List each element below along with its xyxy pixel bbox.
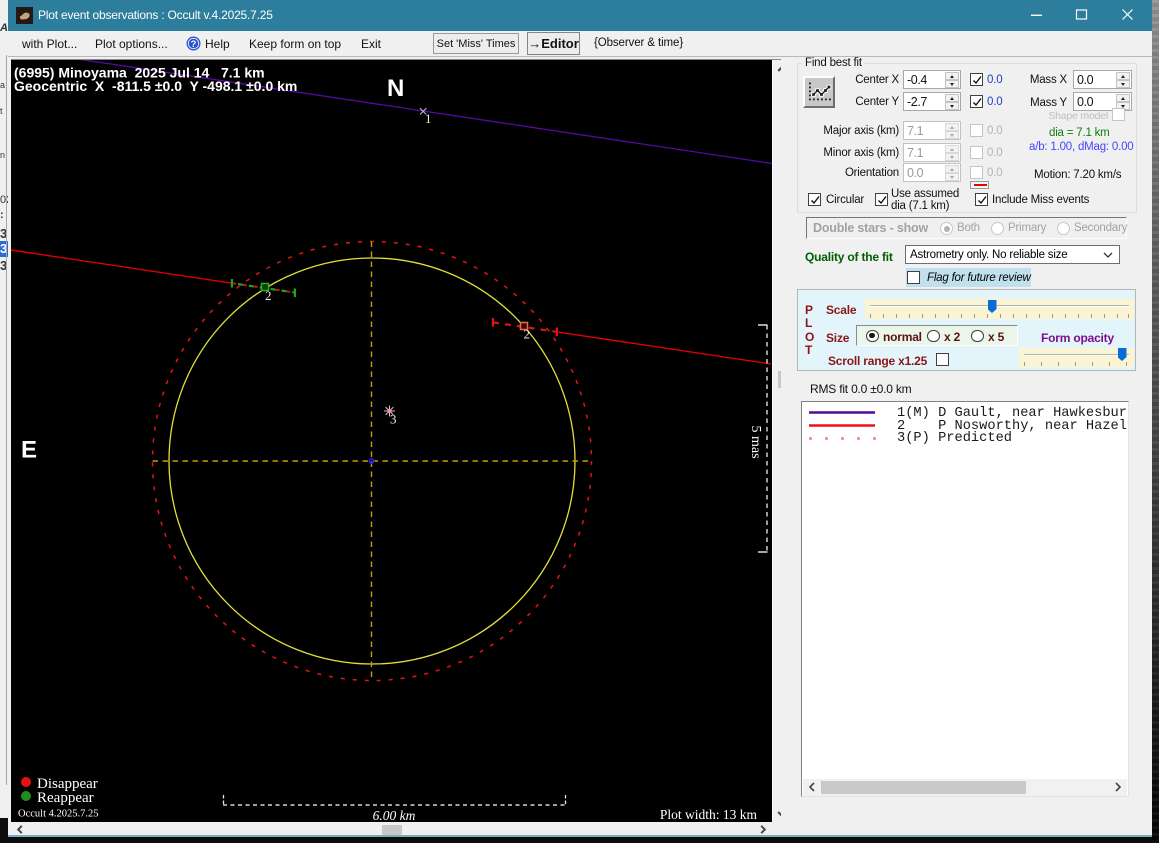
svg-text:Geocentric X -811.5 ±0.0 Y: Geocentric X -811.5 ±0.0 Y -498.1 ±0.0 k… (14, 78, 297, 94)
svg-text:1: 1 (425, 111, 432, 126)
svg-text:5 mas: 5 mas (748, 426, 763, 459)
svg-text:Plot width: 13 km: Plot width: 13 km (660, 807, 758, 822)
svg-text:2: 2 (265, 288, 272, 303)
svg-text:2: 2 (524, 327, 531, 342)
svg-text:E: E (21, 437, 37, 464)
svg-text:?: ? (191, 39, 197, 50)
svg-text:N: N (387, 75, 404, 102)
svg-text:6.00 km: 6.00 km (373, 808, 416, 822)
svg-text:3: 3 (390, 412, 397, 427)
svg-text:Occult 4.2025.7.25: Occult 4.2025.7.25 (18, 809, 99, 820)
svg-text:Reappear: Reappear (37, 790, 94, 806)
